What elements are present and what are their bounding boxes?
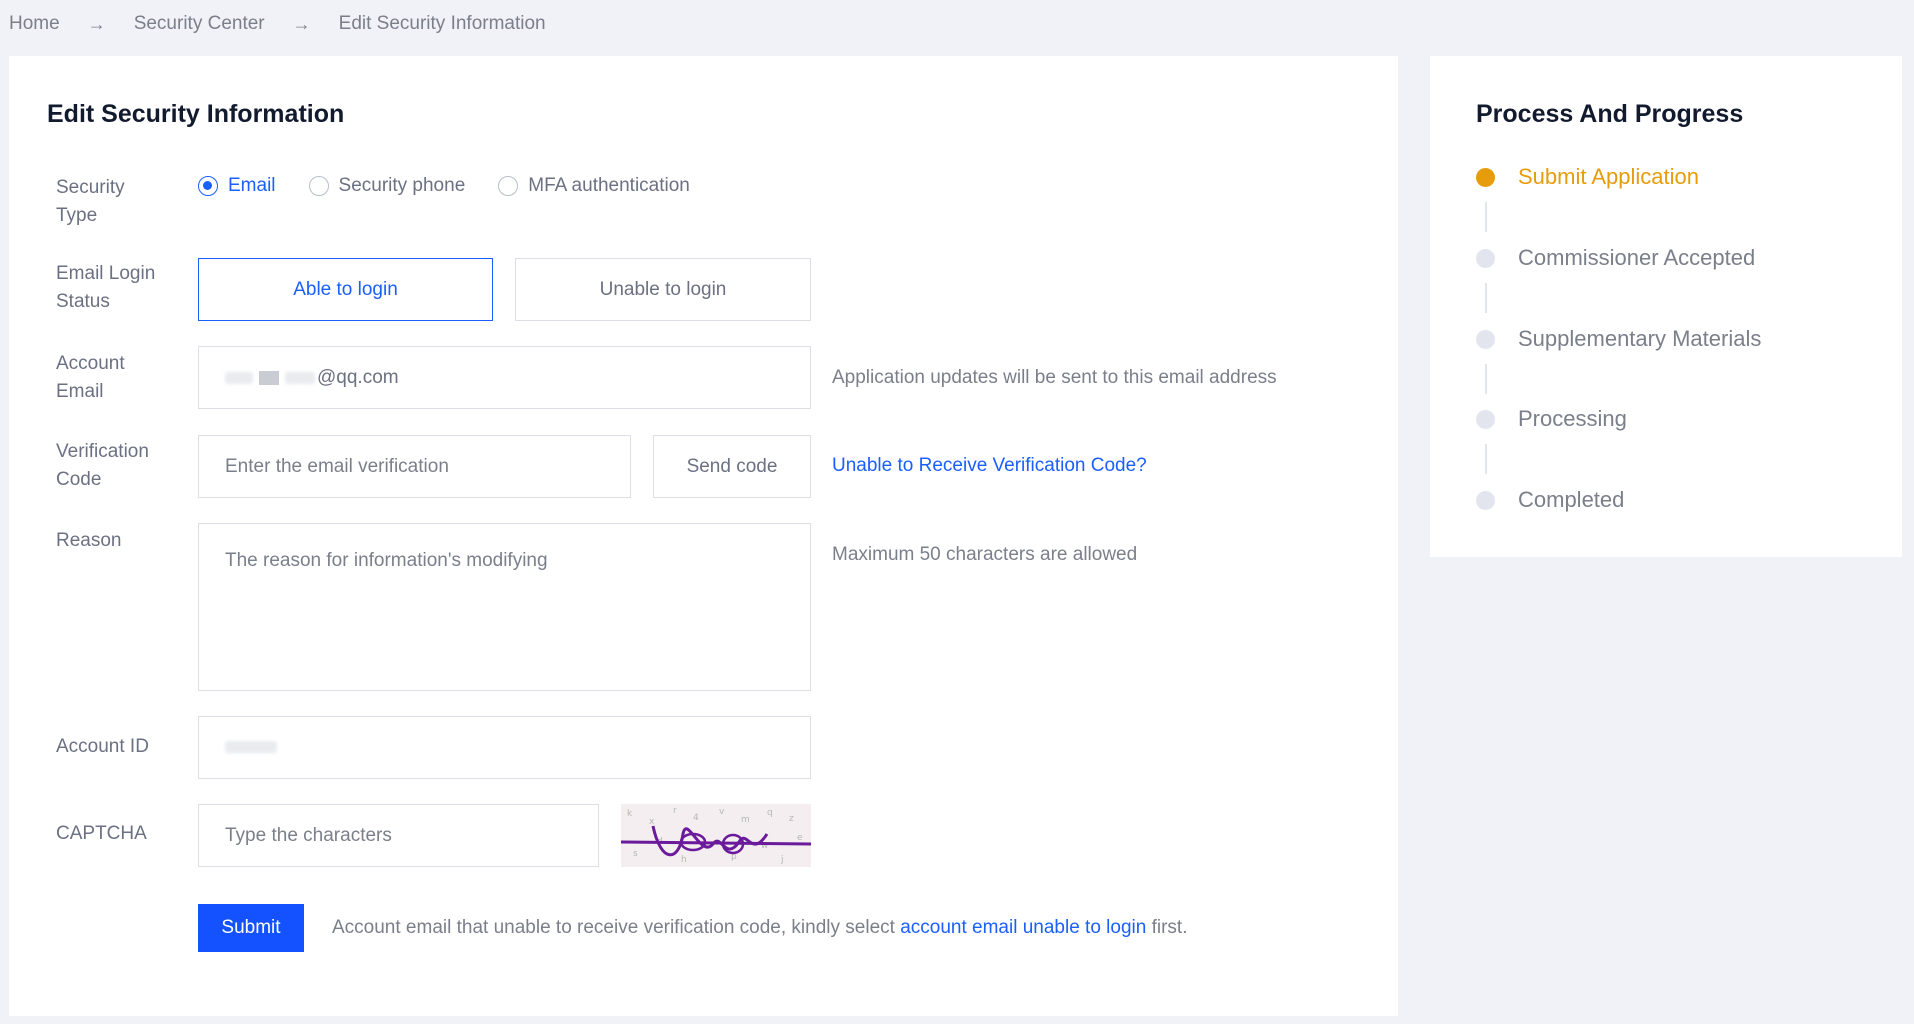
- svg-text:m: m: [741, 815, 750, 825]
- arrow-right-icon: →: [292, 13, 311, 34]
- svg-text:e: e: [797, 833, 803, 843]
- unable-to-receive-code-link[interactable]: Unable to Receive Verification Code?: [832, 455, 1147, 477]
- able-to-login-option[interactable]: Able to login: [198, 258, 493, 321]
- step-connector: [1485, 202, 1487, 232]
- breadcrumb-home[interactable]: Home: [9, 13, 60, 35]
- reason-textarea[interactable]: The reason for information's modifying: [198, 523, 811, 691]
- email-unable-login-link[interactable]: account email unable to login: [900, 917, 1146, 938]
- radio-mfa-label: MFA authentication: [528, 175, 690, 196]
- step-label: Commissioner Accepted: [1518, 245, 1756, 270]
- step-label: Completed: [1518, 487, 1625, 512]
- breadcrumb-security-center[interactable]: Security Center: [134, 13, 265, 35]
- svg-text:x: x: [649, 817, 655, 827]
- step-pending-dot-icon: [1476, 490, 1495, 510]
- masked-text: [285, 371, 315, 384]
- step-label: Supplementary Materials: [1518, 326, 1762, 351]
- step-commissioner-accepted: Commissioner Accepted: [1476, 245, 1755, 271]
- masked-text: [225, 741, 277, 754]
- breadcrumb-current: Edit Security Information: [338, 13, 546, 34]
- svg-text:s: s: [633, 849, 638, 859]
- step-connector: [1485, 364, 1487, 394]
- captcha-label: CAPTCHA: [56, 823, 147, 844]
- masked-text: [225, 371, 253, 384]
- captcha-input[interactable]: Type the characters: [198, 804, 599, 867]
- verification-code-input[interactable]: Enter the email verification: [198, 435, 631, 498]
- radio-unchecked-icon: [308, 176, 329, 196]
- account-email-field: @qq.com: [198, 346, 811, 409]
- reason-placeholder: The reason for information's modifying: [225, 550, 548, 571]
- arrow-right-icon: →: [87, 13, 106, 34]
- verification-code-label: Verification Code: [56, 441, 149, 490]
- security-type-radio-group: Email Security phone MFA authentication: [198, 175, 723, 197]
- submit-note: Account email that unable to receive ver…: [332, 917, 1187, 939]
- submit-note-text: Account email that unable to receive ver…: [332, 917, 901, 938]
- captcha-image[interactable]: kxr 4vm qzs hpj dwe: [621, 804, 811, 867]
- breadcrumb: Home → Security Center → Edit Security I…: [9, 12, 546, 36]
- submit-note-text-end: first.: [1146, 917, 1188, 938]
- step-supplementary-materials: Supplementary Materials: [1476, 326, 1761, 352]
- svg-text:r: r: [673, 806, 677, 816]
- radio-email[interactable]: Email: [198, 175, 276, 197]
- account-email-hint: Application updates will be sent to this…: [832, 367, 1277, 388]
- page-title: Edit Security Information: [47, 100, 345, 128]
- progress-card: [1430, 56, 1902, 557]
- masked-block: [259, 370, 279, 385]
- step-label: Submit Application: [1518, 164, 1699, 189]
- radio-checked-icon: [198, 176, 218, 196]
- svg-text:h: h: [681, 855, 687, 865]
- account-email-label: Account Email: [56, 353, 125, 402]
- reason-hint: Maximum 50 characters are allowed: [832, 544, 1138, 565]
- reason-label: Reason: [56, 530, 122, 551]
- step-submit-application: Submit Application: [1476, 164, 1699, 190]
- step-pending-dot-icon: [1476, 248, 1495, 268]
- svg-text:4: 4: [693, 813, 699, 823]
- step-connector: [1485, 283, 1487, 313]
- account-email-value: @qq.com: [317, 366, 399, 388]
- captcha-graphic: kxr 4vm qzs hpj d we: [621, 806, 811, 865]
- svg-text:z: z: [789, 814, 794, 824]
- account-id-label: Account ID: [56, 736, 149, 757]
- svg-text:j: j: [780, 855, 784, 865]
- svg-text:q: q: [767, 808, 773, 818]
- step-processing: Processing: [1476, 406, 1627, 432]
- submit-button[interactable]: Submit: [198, 904, 304, 952]
- account-id-field: [198, 716, 811, 779]
- radio-mfa[interactable]: MFA authentication: [498, 175, 690, 197]
- step-active-dot-icon: [1476, 167, 1495, 187]
- step-connector: [1485, 444, 1487, 474]
- step-pending-dot-icon: [1476, 409, 1495, 429]
- security-type-label: Security Type: [56, 177, 125, 226]
- svg-text:k: k: [627, 809, 633, 819]
- email-login-status-label: Email Login Status: [56, 263, 156, 312]
- verification-code-placeholder: Enter the email verification: [225, 455, 449, 477]
- svg-text:v: v: [719, 807, 725, 817]
- send-code-button[interactable]: Send code: [653, 435, 811, 498]
- radio-email-label: Email: [228, 175, 276, 196]
- step-pending-dot-icon: [1476, 329, 1495, 349]
- step-label: Processing: [1518, 406, 1627, 431]
- captcha-placeholder: Type the characters: [225, 824, 392, 846]
- progress-title: Process And Progress: [1476, 100, 1744, 128]
- step-completed: Completed: [1476, 487, 1624, 513]
- radio-unchecked-icon: [498, 176, 519, 196]
- radio-security-phone[interactable]: Security phone: [308, 175, 466, 197]
- unable-to-login-option[interactable]: Unable to login: [515, 258, 811, 321]
- radio-security-phone-label: Security phone: [338, 175, 466, 196]
